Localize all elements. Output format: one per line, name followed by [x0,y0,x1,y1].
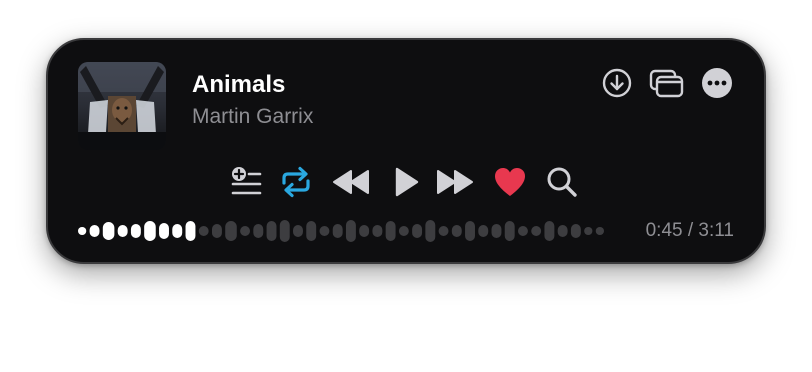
search-icon[interactable] [544,164,580,200]
waveform-bar [385,221,396,241]
waveform-bar [359,225,370,237]
mini-player: Animals Martin Garrix 0:45 / 3:11 [46,38,766,264]
album-art[interactable] [78,62,166,150]
playback-controls [48,164,768,200]
waveform-bar [78,227,87,235]
waveform-bar [253,224,264,238]
waveform-bar [211,224,222,238]
track-title: Animals [192,71,286,98]
waveform-bar [198,226,209,236]
waveform-bar [372,225,383,237]
waveform-bar [185,221,196,241]
waveform-bar [225,221,237,241]
waveform-bar [438,226,449,236]
waveform-bar [172,224,183,238]
waveform-bar [544,221,555,241]
miniplayer-icon[interactable] [648,66,686,100]
waveform-bar [412,224,423,238]
more-icon[interactable] [700,66,734,100]
add-to-queue-icon[interactable] [228,164,264,200]
waveform-bar [345,220,356,242]
track-artist[interactable]: Martin Garrix [192,104,313,130]
waveform-bar [117,225,128,237]
waveform-bar [570,224,581,238]
waveform-bar [130,224,141,238]
waveform-bar [504,221,515,241]
waveform-bar [293,225,303,237]
waveform-bar [279,220,290,242]
waveform-bar [517,226,528,236]
waveform-bar [240,226,251,236]
waveform-bar [102,222,115,240]
heart-icon[interactable] [492,164,528,200]
waveform-bar [557,225,568,237]
download-icon[interactable] [600,66,634,100]
waveform-bar [144,221,156,241]
waveform-bar [332,224,343,238]
waveform-bar [584,227,593,235]
waveform-bar [491,224,502,238]
waveform-bar [478,225,489,237]
fast-forward-icon[interactable] [434,164,476,200]
waveform-bar [398,226,409,236]
waveform-scrubber[interactable] [78,216,610,246]
time-display: 0:45 / 3:11 [645,220,734,241]
waveform-bar [531,226,542,236]
waveform-bar [306,221,317,241]
repeat-icon[interactable] [278,164,314,200]
waveform-bar [319,226,330,236]
rewind-icon[interactable] [330,164,372,200]
waveform-bar [425,220,436,242]
waveform-bar [89,225,100,237]
play-icon[interactable] [388,164,424,200]
waveform-bar [595,227,604,235]
waveform-bar [465,221,475,241]
waveform-bar [266,221,277,241]
waveform-bar [451,225,462,237]
waveform-bar [159,223,169,239]
